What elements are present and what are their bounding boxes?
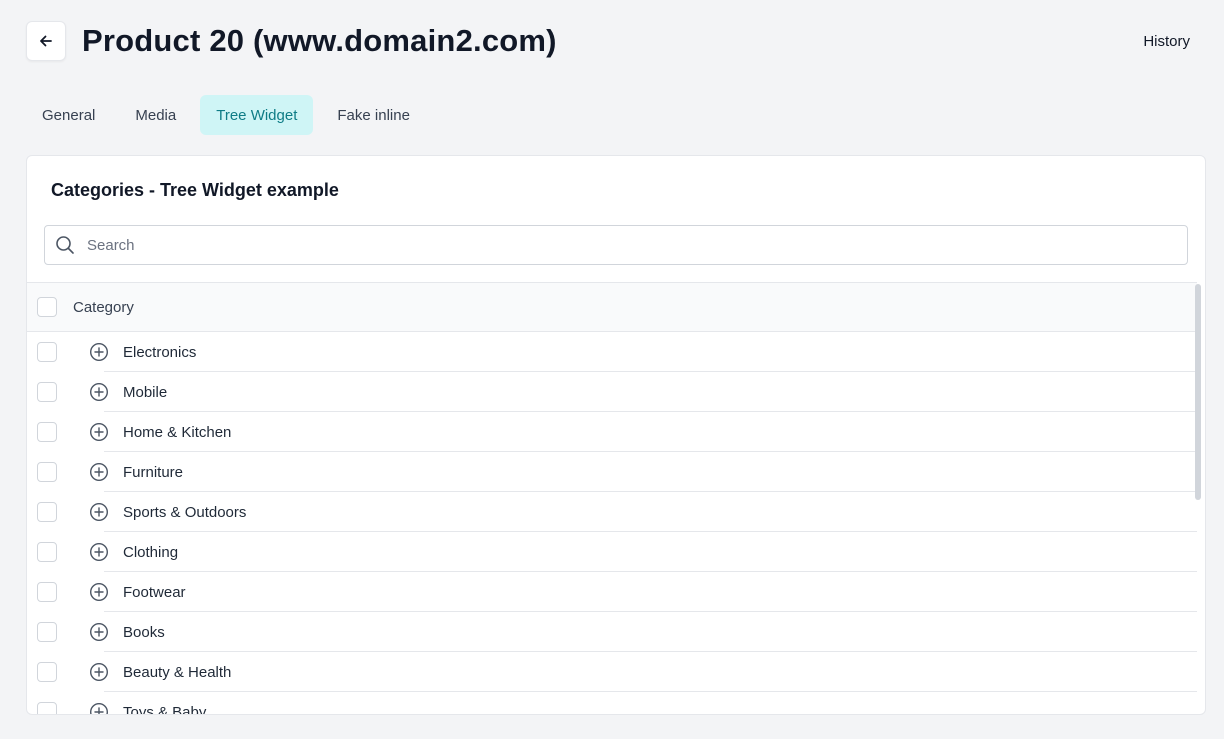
table-row[interactable]: Electronics bbox=[27, 332, 1197, 372]
table-row[interactable]: Books bbox=[27, 612, 1197, 652]
plus-circle-icon[interactable] bbox=[89, 382, 109, 402]
tab-general[interactable]: General bbox=[26, 95, 111, 135]
plus-circle-icon[interactable] bbox=[89, 342, 109, 362]
plus-circle-icon[interactable] bbox=[89, 542, 109, 562]
row-checkbox[interactable] bbox=[37, 582, 57, 602]
select-all-checkbox[interactable] bbox=[37, 297, 57, 317]
table-header: Category bbox=[27, 283, 1197, 332]
row-label: Toys & Baby bbox=[123, 703, 207, 715]
row-label: Books bbox=[123, 623, 165, 641]
row-checkbox[interactable] bbox=[37, 622, 57, 642]
search-input[interactable] bbox=[87, 236, 1187, 254]
table-row[interactable]: Clothing bbox=[27, 532, 1197, 572]
table-row[interactable]: Toys & Baby bbox=[27, 692, 1197, 715]
plus-circle-icon[interactable] bbox=[89, 582, 109, 602]
plus-circle-icon[interactable] bbox=[89, 462, 109, 482]
scrollbar[interactable] bbox=[1195, 284, 1201, 500]
table-row[interactable]: Sports & Outdoors bbox=[27, 492, 1197, 532]
row-checkbox[interactable] bbox=[37, 702, 57, 714]
row-checkbox[interactable] bbox=[37, 462, 57, 482]
row-checkbox[interactable] bbox=[37, 342, 57, 362]
plus-circle-icon[interactable] bbox=[89, 622, 109, 642]
row-checkbox[interactable] bbox=[37, 382, 57, 402]
category-table: Category Electronics Mobile Home & Kitch… bbox=[27, 282, 1197, 714]
table-body: Electronics Mobile Home & Kitchen Furnit… bbox=[27, 332, 1197, 715]
plus-circle-icon[interactable] bbox=[89, 702, 109, 714]
row-label: Sports & Outdoors bbox=[123, 503, 247, 521]
table-row[interactable]: Beauty & Health bbox=[27, 652, 1197, 692]
table-row[interactable]: Home & Kitchen bbox=[27, 412, 1197, 452]
row-checkbox[interactable] bbox=[37, 422, 57, 442]
tab-bar: General Media Tree Widget Fake inline bbox=[26, 95, 426, 135]
back-button[interactable] bbox=[26, 21, 66, 61]
tab-fake-inline[interactable]: Fake inline bbox=[321, 95, 426, 135]
plus-circle-icon[interactable] bbox=[89, 502, 109, 522]
tab-tree-widget[interactable]: Tree Widget bbox=[200, 95, 314, 135]
search-box bbox=[44, 225, 1188, 265]
plus-circle-icon[interactable] bbox=[89, 662, 109, 682]
arrow-left-icon bbox=[40, 35, 52, 47]
table-row[interactable]: Furniture bbox=[27, 452, 1197, 492]
row-label: Footwear bbox=[123, 583, 186, 601]
table-row[interactable]: Footwear bbox=[27, 572, 1197, 612]
table-row[interactable]: Mobile bbox=[27, 372, 1197, 412]
row-checkbox[interactable] bbox=[37, 662, 57, 682]
row-checkbox[interactable] bbox=[37, 542, 57, 562]
row-label: Furniture bbox=[123, 463, 184, 481]
row-label: Mobile bbox=[123, 383, 168, 401]
column-header-category[interactable]: Category bbox=[73, 299, 134, 316]
row-label: Electronics bbox=[123, 343, 197, 361]
row-checkbox[interactable] bbox=[37, 502, 57, 522]
row-label: Home & Kitchen bbox=[123, 423, 232, 441]
tree-widget-card: Categories - Tree Widget example Categor… bbox=[26, 155, 1206, 715]
tab-media[interactable]: Media bbox=[119, 95, 192, 135]
row-label: Beauty & Health bbox=[123, 663, 232, 681]
row-label: Clothing bbox=[123, 543, 179, 561]
history-link[interactable]: History bbox=[1143, 33, 1190, 50]
page-header: Product 20 (www.domain2.com) History bbox=[26, 21, 1190, 61]
plus-circle-icon[interactable] bbox=[89, 422, 109, 442]
search-icon bbox=[56, 236, 74, 254]
page-title: Product 20 (www.domain2.com) bbox=[82, 23, 557, 58]
card-title: Categories - Tree Widget example bbox=[51, 180, 339, 200]
